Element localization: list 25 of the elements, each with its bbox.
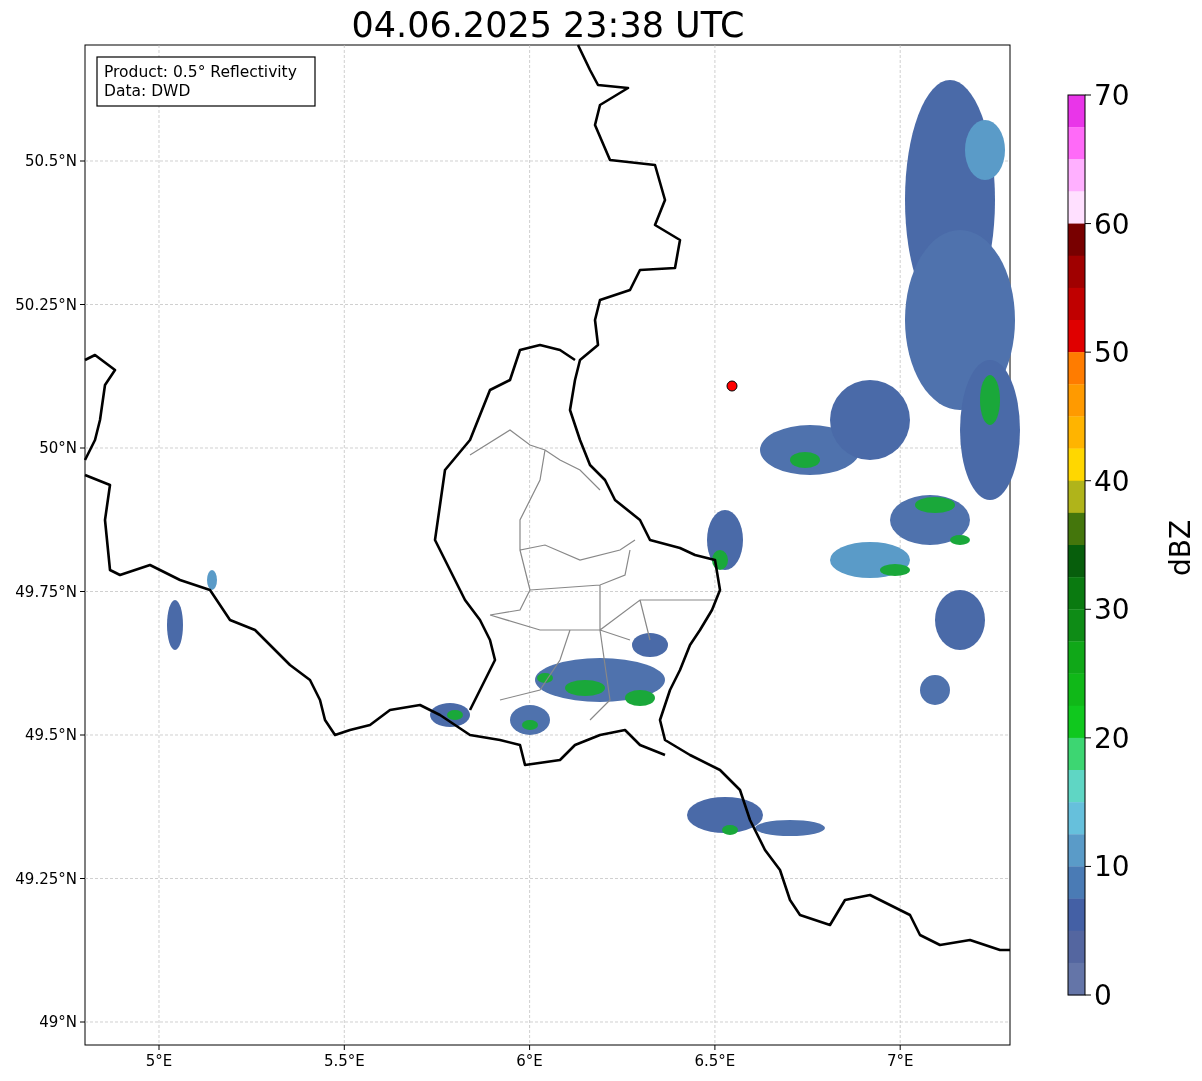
latitude-label: 49.75°N [15,582,77,601]
colorbar-tick-label: 70 [1094,79,1130,112]
colorbar-tick-label: 40 [1094,464,1130,498]
latitude-label: 49.25°N [15,869,77,888]
colorbar-tick-label: 10 [1094,850,1130,884]
colorbar-tick-label: 50 [1094,336,1130,370]
info-text: Product: 0.5° Reflectivity [104,63,297,81]
latitude-label: 50°N [39,439,77,457]
latitude-label: 50.5°N [24,152,77,170]
longitude-label: 5.5°E [323,1052,365,1070]
latitude-label: 49.5°N [24,726,77,744]
longitude-label: 7°E [886,1052,914,1070]
chart-title: 04.06.2025 23:38 UTC [351,5,745,45]
latitude-label: 50.25°N [15,295,77,314]
longitude-label: 5°E [145,1052,173,1070]
colorbar-label: dBZ [1164,519,1197,577]
colorbar-tick-label: 60 [1094,207,1130,241]
colorbar-tick-label: 30 [1094,593,1130,627]
colorbar-tick-label: 20 [1094,721,1130,755]
latitude-label: 49°N [39,1013,77,1031]
location-marker [726,380,738,392]
longitude-label: 6.5°E [694,1052,736,1070]
info-text: Data: DWD [104,82,191,100]
colorbar-tick-label: 0 [1094,979,1112,1012]
longitude-label: 6°E [516,1052,543,1070]
